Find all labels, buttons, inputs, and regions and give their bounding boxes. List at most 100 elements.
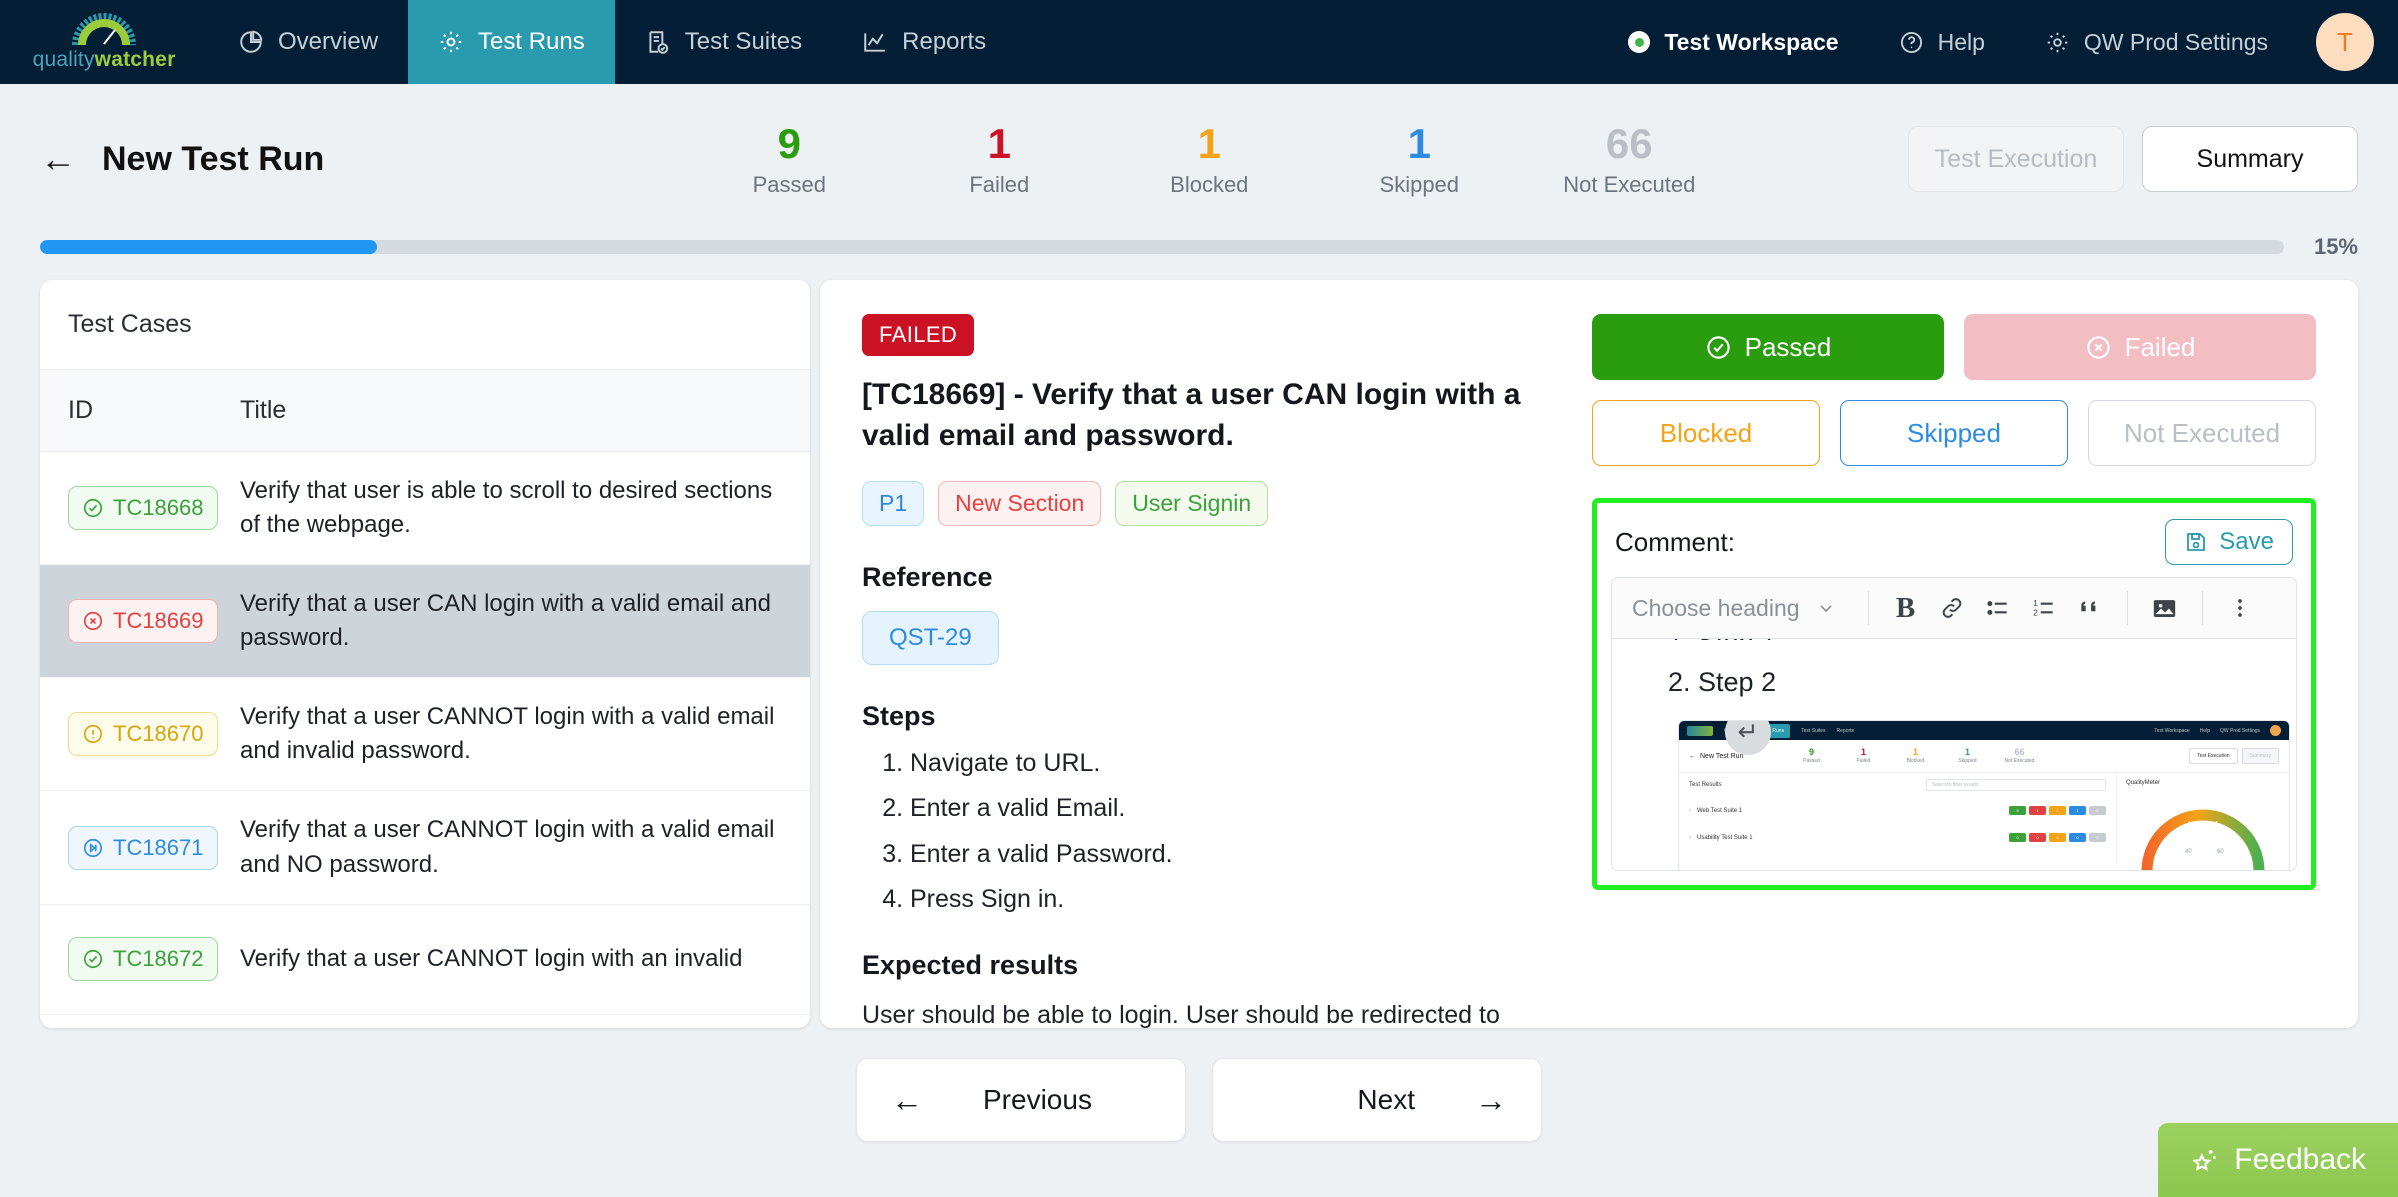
comment-step-1-clipped: 1. Step 1 [1668,639,2296,640]
stat-passed-value: 9 [777,119,801,167]
image-icon[interactable] [2142,587,2188,629]
embedded-stat: 1 Blocked [1889,747,1941,764]
mark-passed-label: Passed [1744,331,1832,362]
list-item: Press Sign in. [910,886,1552,914]
embedded-expand-icon: › [1689,807,1691,814]
embedded-screenshot-attachment[interactable]: Overview Test Runs Test Suites Reports T… [1678,720,2290,870]
comment-label: Comment: [1615,526,1735,557]
next-button[interactable]: Next → [1212,1058,1542,1142]
save-comment-button[interactable]: Save [2165,519,2293,565]
link-icon[interactable] [1929,587,1975,629]
embedded-suites-list: › Web Test Suite 1 9 1 1 1 0 › Usability Test Su… [1679,797,2116,851]
nav-item-help[interactable]: Help [1869,29,2015,56]
embedded-back-icon: ← [1689,752,1696,760]
embedded-stat-value: 1 [1964,747,1970,758]
nav-item-test-suites[interactable]: Test Suites [615,0,832,84]
status-badge: TC18668 [68,486,218,531]
test-cases-panel: Test Cases ID Title TC18668 Verify that u… [40,280,810,1028]
reference-chip[interactable]: QST-29 [862,610,999,665]
stat-failed-label: Failed [969,172,1030,198]
toolbar-divider [2201,591,2203,625]
mark-passed-button[interactable]: Passed [1592,314,1944,380]
embedded-results-row: Test Results Select to filter results [1679,773,2116,797]
status-buttons-row-secondary: Blocked Skipped Not Executed [1592,400,2316,466]
stat-not-executed: 66 Not Executed [1524,120,1734,198]
reference-heading: Reference [862,561,993,592]
embedded-stat-value: 66 [2014,747,2025,758]
arrow-left-icon: ← [891,1081,923,1118]
alert-circle-icon [83,725,103,744]
test-cases-list[interactable]: TC18668 Verify that user is able to scrol… [40,452,810,1028]
feedback-button[interactable]: Feedback [2158,1123,2398,1197]
previous-button[interactable]: ← Previous [856,1058,1186,1142]
nav-item-test-runs[interactable]: Test Runs [408,0,615,84]
embedded-quality-meter-panel: QualityMeter 40 60 [2117,773,2289,870]
nav-item-overview-label: Overview [278,28,379,55]
mark-not-executed-button[interactable]: Not Executed [2088,400,2316,466]
table-row[interactable]: TC18668 Verify that user is able to scrol… [40,452,810,566]
mark-blocked-button[interactable]: Blocked [1592,400,1820,466]
embedded-nav-workspace: Test Workspace [2154,727,2190,734]
previous-button-label: Previous [983,1084,1092,1115]
embedded-stat-label: Blocked [1906,757,1925,764]
tab-summary[interactable]: Summary [2142,126,2358,192]
embedded-stat-label: Skipped [1958,757,1977,764]
tag-suite[interactable]: User Signin [1115,480,1269,526]
steps-list: Navigate to URL. Enter a valid Email. Ente… [862,749,1552,914]
gear-icon [2047,32,2068,52]
app-logo[interactable]: qualitywatcher [0,0,208,84]
mark-failed-button[interactable]: Failed [1964,314,2316,380]
table-row[interactable]: TC18669 Verify that a user CAN login with… [40,565,810,679]
editor-toolbar: Choose heading B 1 2 [1611,577,2297,639]
stat-failed-value: 1 [987,119,1011,167]
status-badge: TC18671 [68,825,218,870]
expected-results-heading: Expected results [862,949,1079,980]
steps-heading: Steps [862,700,936,731]
heading-select[interactable]: Choose heading [1626,595,1854,622]
nav-item-help-label: Help [1937,28,1985,55]
case-title-label: Verify that a user CANNOT login with an … [240,945,743,973]
list-item: Navigate to URL. [910,749,1552,778]
editor-content-area[interactable]: 1. Step 1 2. Step 2 Overview Test Runs T… [1611,639,2297,871]
stat-blocked-label: Blocked [1170,172,1249,198]
table-row[interactable]: TC18672 Verify that a user CANNOT login w… [40,905,810,1015]
tag-section[interactable]: New Section [938,480,1102,526]
gear-icon [440,31,462,53]
case-id-cell: TC18671 [68,825,240,870]
check-circle-icon [1706,335,1730,359]
embedded-nav-test-suites: Test Suites [1801,727,1826,734]
embedded-results-column: Test Results Select to filter results › W… [1679,773,2117,864]
embedded-count-chip: 0 [2029,833,2046,842]
tab-test-execution[interactable]: Test Execution [1908,126,2124,192]
nav-item-reports[interactable]: Reports [832,0,1016,84]
mark-skipped-button[interactable]: Skipped [1840,400,2068,466]
blockquote-icon[interactable] [2067,587,2113,629]
nav-item-overview[interactable]: Overview [208,0,408,84]
nav-item-qw-prod-settings[interactable]: QW Prod Settings [2015,29,2298,56]
nav-item-test-workspace[interactable]: Test Workspace [1598,29,1868,56]
tag-priority[interactable]: P1 [862,480,925,526]
svg-text:2: 2 [2033,608,2038,618]
embedded-nav-settings: QW Prod Settings [2219,727,2260,734]
embedded-count-chip: 1 [2069,806,2086,815]
embedded-count-chip: 0 [2049,833,2066,842]
embedded-nav-help: Help [2199,727,2210,734]
embedded-tab-test-execution: Test Execution [2189,748,2238,764]
more-vertical-icon[interactable] [2217,587,2263,629]
gauge-logo-icon [72,12,136,45]
table-row[interactable]: TC18671 Verify that a user CANNOT login w… [40,791,810,905]
svg-text:60: 60 [2217,849,2224,855]
embedded-count-chip: 1 [2029,806,2046,815]
arrow-left-icon[interactable]: ← [40,141,76,177]
run-header: ← New Test Run 9 Passed 1 Failed 1 Block… [0,84,2398,234]
bold-icon[interactable]: B [1883,587,1929,629]
progress-bar-track [40,240,2284,254]
table-row[interactable]: TC18670 Verify that a user CANNOT login w… [40,678,810,792]
numbered-list-icon[interactable]: 1 2 [2021,587,2067,629]
nav-item-test-runs-label: Test Runs [478,28,585,55]
avatar[interactable]: T [2316,13,2374,71]
toolbar-divider [2126,591,2128,625]
nav-item-reports-label: Reports [902,28,987,55]
embedded-tabs: Test Execution Summary [2189,748,2279,764]
bullet-list-icon[interactable] [1975,587,2021,629]
